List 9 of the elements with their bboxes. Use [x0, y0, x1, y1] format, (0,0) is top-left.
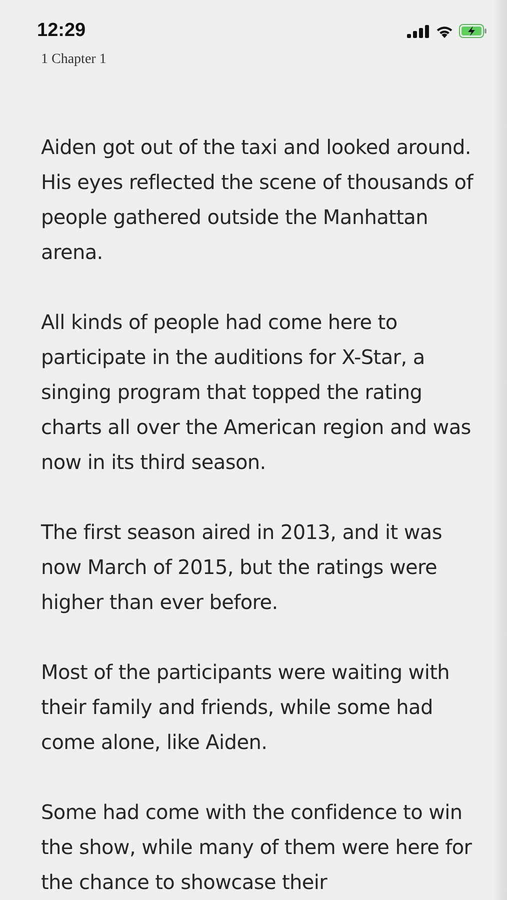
- story-paragraph: Most of the participants were waiting with their family and friends, while some had come alone, like Aiden.: [41, 659, 451, 756]
- chapter-title: 1 Chapter 1: [40, 51, 108, 68]
- story-paragraph: The first season aired in 2013, and it was now March of 2015, but the ratings were higher than ever before.: [41, 519, 443, 616]
- wifi-icon: [435, 24, 454, 38]
- story-paragraph: Aiden got out of the taxi and looked around. His eyes reflected the scene of thousands of people gathered outside the Manhattan arena.: [41, 134, 475, 266]
- story-paragraph: Some had come with the confidence to win the show, while many of them were here for the chance to showcase their: [41, 799, 473, 896]
- story-paragraph: All kinds of people had come here to participate in the auditions for X-Star, a singing program that topped the rating charts all over the American region and was now in its third season.: [41, 309, 472, 476]
- signal-icon: [407, 24, 430, 38]
- status-time: 12:29: [37, 20, 86, 42]
